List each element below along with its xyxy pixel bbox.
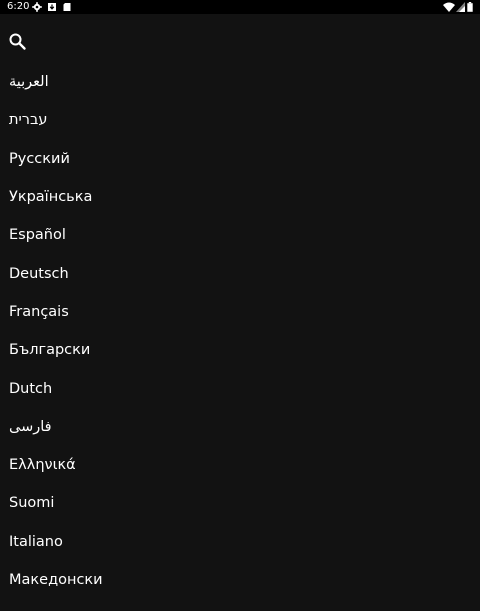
language-picker-screen: 6:20 العربية עברית Русский Українська Es… (0, 0, 480, 611)
language-item-finnish[interactable]: Suomi (0, 484, 480, 522)
language-item-greek[interactable]: Ελληνικά (0, 446, 480, 484)
language-item-spanish[interactable]: Español (0, 216, 480, 254)
language-item-macedonian[interactable]: Македонски (0, 561, 480, 599)
wifi-icon (443, 2, 455, 12)
signal-icon (456, 2, 465, 12)
status-time: 6:20 (7, 1, 30, 12)
language-item-german[interactable]: Deutsch (0, 254, 480, 292)
language-item-hebrew[interactable]: עברית (0, 101, 480, 139)
gear-icon (32, 2, 42, 12)
language-item-dutch[interactable]: Dutch (0, 369, 480, 407)
search-button[interactable] (8, 32, 28, 52)
language-item-italian[interactable]: Italiano (0, 523, 480, 561)
language-list: العربية עברית Русский Українська Español… (0, 63, 480, 599)
search-icon (9, 33, 26, 50)
battery-icon (467, 2, 473, 12)
language-item-arabic[interactable]: العربية (0, 63, 480, 101)
language-item-bulgarian[interactable]: Български (0, 331, 480, 369)
language-item-persian[interactable]: فارسی (0, 408, 480, 446)
status-bar: 6:20 (0, 0, 480, 14)
language-item-ukrainian[interactable]: Українська (0, 178, 480, 216)
download-icon (48, 3, 56, 11)
language-item-french[interactable]: Français (0, 293, 480, 331)
sd-card-icon (63, 3, 71, 11)
language-item-russian[interactable]: Русский (0, 140, 480, 178)
